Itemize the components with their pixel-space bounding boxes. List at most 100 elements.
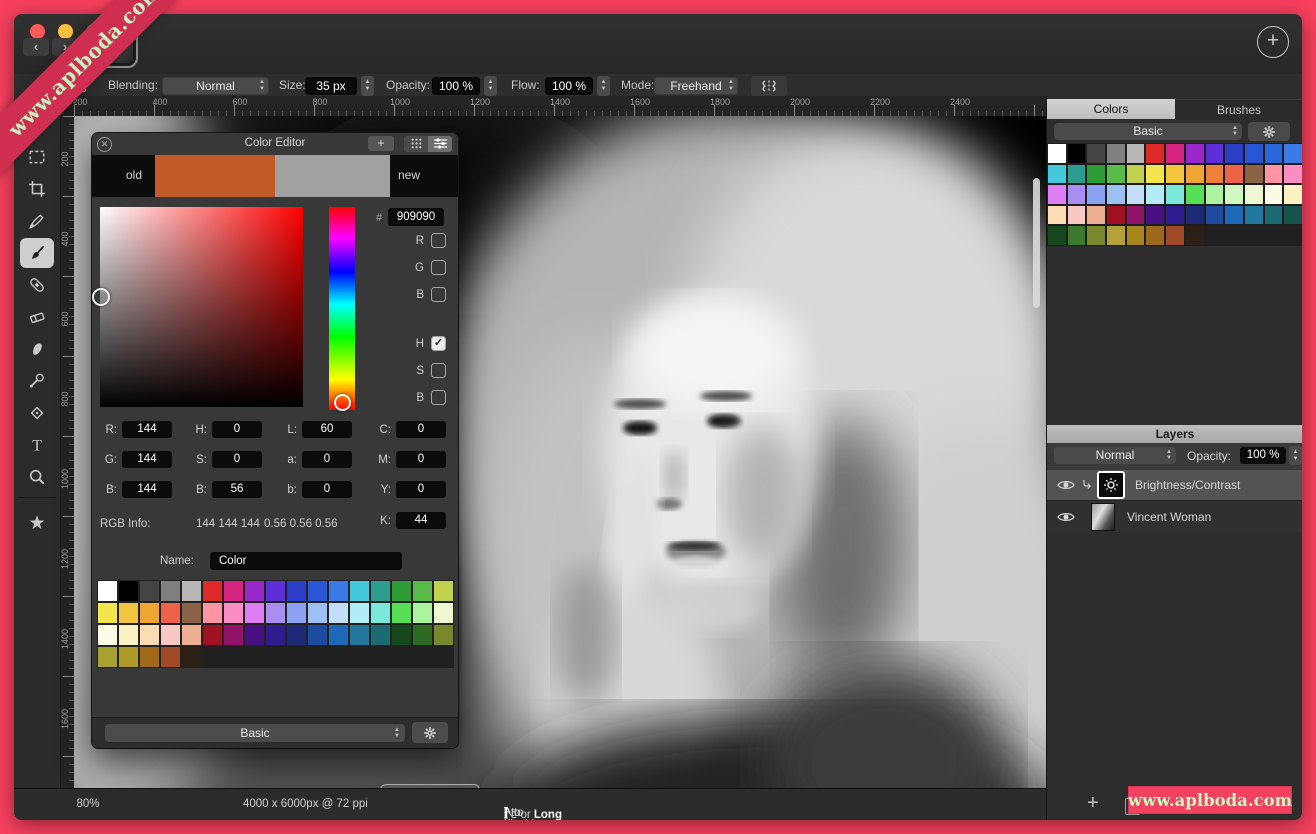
color-swatch[interactable] <box>97 580 118 602</box>
color-swatch[interactable] <box>1165 184 1185 205</box>
color-swatch[interactable] <box>1264 205 1284 226</box>
color-swatch[interactable] <box>1086 205 1106 226</box>
color-swatch[interactable] <box>118 646 139 668</box>
layers-opacity-stepper[interactable]: ▲▼ <box>1289 446 1302 465</box>
color-swatch[interactable] <box>1283 164 1302 185</box>
color-swatch[interactable] <box>202 624 223 646</box>
color-swatch[interactable] <box>1067 164 1087 185</box>
checkbox-icon[interactable] <box>431 260 446 275</box>
color-swatch[interactable] <box>1224 205 1244 226</box>
mode-dropdown[interactable]: Freehand▲▼ <box>654 77 738 95</box>
size-stepper[interactable]: ▲▼ <box>361 76 374 96</box>
color-swatch[interactable] <box>1185 225 1205 246</box>
color-swatch[interactable] <box>1067 205 1087 226</box>
mesh-warp-tool[interactable] <box>21 398 53 428</box>
color-swatch[interactable] <box>97 624 118 646</box>
color-swatch[interactable] <box>1185 205 1205 226</box>
color-swatch[interactable] <box>1047 205 1067 226</box>
add-layer-button[interactable]: + <box>1087 792 1099 815</box>
color-swatch[interactable] <box>1185 143 1205 164</box>
color-swatch[interactable] <box>1283 205 1302 226</box>
color-swatch[interactable] <box>1106 184 1126 205</box>
color-swatch[interactable] <box>1165 164 1185 185</box>
opacity-stepper[interactable]: ▲▼ <box>484 76 497 96</box>
tab-brushes[interactable]: Brushes <box>1175 99 1302 120</box>
color-swatch[interactable] <box>160 624 181 646</box>
sliders-view-button[interactable] <box>428 136 452 152</box>
palette-preset-dropdown[interactable]: Basic▲▼ <box>1054 123 1242 140</box>
y-field[interactable]: 0 <box>396 481 446 498</box>
b-field[interactable]: 144 <box>122 481 172 498</box>
adjustment-layer-thumbnail[interactable] <box>1097 471 1125 499</box>
color-swatch[interactable] <box>202 580 223 602</box>
color-swatch[interactable] <box>1086 225 1106 246</box>
color-swatch[interactable] <box>1047 164 1067 185</box>
color-swatch[interactable] <box>349 602 370 624</box>
color-swatch[interactable] <box>139 624 160 646</box>
m-field[interactable]: 0 <box>396 451 446 468</box>
color-swatch[interactable] <box>1283 184 1302 205</box>
color-swatch[interactable] <box>181 602 202 624</box>
color-swatch[interactable] <box>1244 205 1264 226</box>
color-swatch[interactable] <box>1106 143 1126 164</box>
color-swatch[interactable] <box>433 624 454 646</box>
eye-icon[interactable] <box>1057 511 1075 523</box>
zoom-tool[interactable] <box>21 462 53 492</box>
color-swatch[interactable] <box>286 580 307 602</box>
color-swatch[interactable] <box>1145 225 1165 246</box>
color-swatch[interactable] <box>244 580 265 602</box>
close-window-button[interactable] <box>30 24 45 39</box>
color-swatch[interactable] <box>265 580 286 602</box>
color-swatch[interactable] <box>1224 143 1244 164</box>
picker-handle[interactable] <box>92 288 110 306</box>
color-swatch[interactable] <box>1244 143 1264 164</box>
color-swatch[interactable] <box>1067 184 1087 205</box>
color-swatch[interactable] <box>1205 164 1225 185</box>
color-swatch[interactable] <box>1264 164 1284 185</box>
new-document-button[interactable]: + <box>1257 26 1289 58</box>
crop-tool[interactable] <box>21 174 53 204</box>
tab-colors[interactable]: Colors <box>1047 99 1175 119</box>
flow-stepper[interactable]: ▲▼ <box>597 76 610 96</box>
color-swatch[interactable] <box>1264 143 1284 164</box>
checkbox-checked-icon[interactable]: ✓ <box>431 336 446 351</box>
color-swatch[interactable] <box>1086 184 1106 205</box>
color-swatch[interactable] <box>118 624 139 646</box>
color-swatch[interactable] <box>181 646 202 668</box>
color-swatch[interactable] <box>139 646 160 668</box>
checkbox-icon[interactable] <box>431 287 446 302</box>
vector-brush-tool[interactable] <box>21 206 53 236</box>
color-swatch[interactable] <box>244 602 265 624</box>
color-swatch[interactable] <box>1106 164 1126 185</box>
color-swatch[interactable] <box>1205 143 1225 164</box>
h-field[interactable]: 0 <box>212 421 262 438</box>
color-swatch[interactable] <box>1145 205 1165 226</box>
minimize-window-button[interactable] <box>58 24 73 39</box>
b-lab-field[interactable]: 0 <box>302 481 352 498</box>
layer-row-vincent-woman[interactable]: Vincent Woman <box>1047 500 1302 532</box>
color-swatch[interactable] <box>412 624 433 646</box>
color-swatch[interactable] <box>160 602 181 624</box>
color-swatch[interactable] <box>1067 225 1087 246</box>
color-swatch[interactable] <box>1205 205 1225 226</box>
channel-toggle-B[interactable]: B <box>372 287 446 302</box>
color-swatch[interactable] <box>1224 184 1244 205</box>
editor-settings-button[interactable] <box>412 722 448 743</box>
color-swatch[interactable] <box>412 602 433 624</box>
color-swatch[interactable] <box>307 602 328 624</box>
color-swatch[interactable] <box>433 602 454 624</box>
color-swatch[interactable] <box>1264 184 1284 205</box>
c-field[interactable]: 0 <box>396 421 446 438</box>
color-swatch[interactable] <box>1205 184 1225 205</box>
color-swatch[interactable] <box>1126 225 1146 246</box>
l-field[interactable]: 60 <box>302 421 352 438</box>
color-name-input[interactable]: Color <box>210 552 402 570</box>
r-field[interactable]: 144 <box>122 421 172 438</box>
color-swatch[interactable] <box>1145 164 1165 185</box>
color-swatch[interactable] <box>370 580 391 602</box>
color-swatch[interactable] <box>1244 164 1264 185</box>
channel-toggle-B2[interactable]: B <box>372 390 446 405</box>
color-swatch[interactable] <box>1126 184 1146 205</box>
add-swatch-button[interactable]: + <box>368 136 394 151</box>
color-swatch[interactable] <box>1283 143 1302 164</box>
